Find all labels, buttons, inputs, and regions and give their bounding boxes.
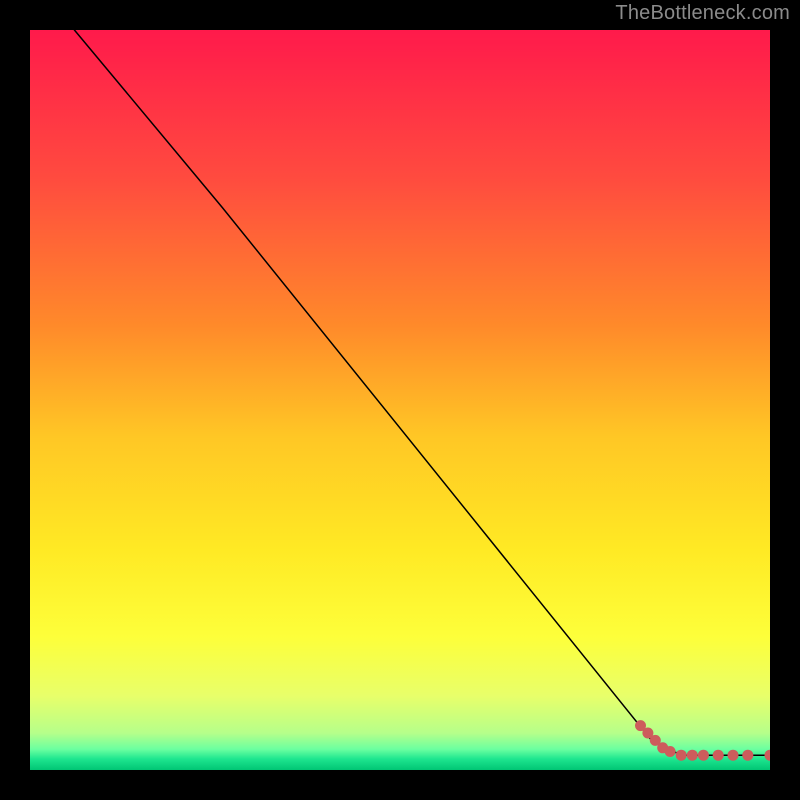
chart-marker: [713, 750, 724, 761]
chart-marker: [728, 750, 739, 761]
chart-marker: [698, 750, 709, 761]
chart-background: [30, 30, 770, 770]
chart-svg: [30, 30, 770, 770]
chart-marker: [742, 750, 753, 761]
chart-marker: [676, 750, 687, 761]
chart-marker: [687, 750, 698, 761]
chart-marker: [665, 746, 676, 757]
watermark-text: TheBottleneck.com: [615, 2, 790, 25]
chart-area: [30, 30, 770, 770]
